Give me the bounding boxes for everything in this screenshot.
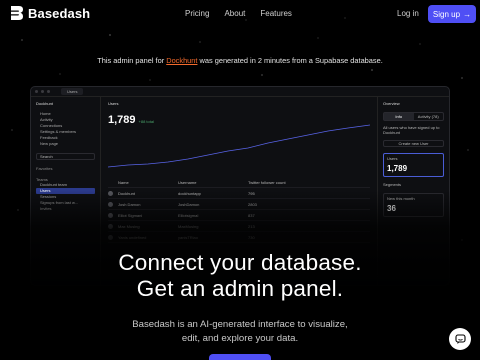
table-header-row: Name Username Twitter follower count	[108, 177, 370, 188]
panel-header: Users	[108, 101, 370, 106]
column-header-username[interactable]: Username	[178, 180, 248, 185]
top-navbar: Basedash Pricing About Features Log in S…	[0, 0, 480, 28]
login-link[interactable]: Log in	[397, 9, 419, 18]
column-header-name[interactable]: Name	[118, 180, 178, 185]
dockhunt-link[interactable]: Dockhunt	[166, 56, 197, 65]
nav-links: Pricing About Features	[185, 9, 292, 18]
users-count-card[interactable]: Users 1,789	[383, 153, 444, 177]
nav-link-about[interactable]: About	[224, 9, 245, 18]
card-label: Users	[387, 156, 398, 161]
app-tab-users[interactable]: Users	[61, 88, 84, 95]
arrow-right-icon: →	[463, 9, 472, 19]
hero-section: Connect your database. Get an admin pane…	[0, 250, 480, 346]
sidebar-item-new-page[interactable]: New page	[36, 141, 95, 147]
chart-line	[108, 124, 370, 168]
hero-line-2: Get an admin panel.	[136, 276, 344, 301]
chat-bubble-icon	[454, 333, 466, 344]
overview-title: Overview	[383, 101, 400, 106]
sidebar-section-favorites: Favorites	[36, 166, 53, 171]
panel-title: Users	[108, 101, 119, 106]
segments-label: Segments	[383, 182, 402, 187]
workspace-name[interactable]: Dockhunt	[36, 101, 95, 106]
brand-logo[interactable]: Basedash	[10, 5, 90, 21]
users-line-chart	[108, 124, 370, 168]
basedash-logo-icon	[11, 6, 23, 20]
window-dot-icon	[41, 90, 44, 93]
signup-label: Sign up	[432, 9, 461, 19]
window-dot-icon	[35, 90, 38, 93]
hero-heading: Connect your database. Get an admin pane…	[0, 250, 480, 302]
card-value: 1,789	[387, 164, 408, 173]
sidebar-search-input[interactable]: Search	[36, 153, 95, 160]
overview-description: All users who have signed up to Dockhunt	[383, 125, 440, 135]
column-header-followers[interactable]: Twitter follower count	[248, 180, 286, 185]
nav-link-features[interactable]: Features	[260, 9, 292, 18]
app-titlebar: Users	[31, 87, 449, 97]
window-dot-icon	[47, 90, 50, 93]
hero-sub-line-2: edit, and explore your data.	[181, 333, 299, 344]
nav-link-pricing[interactable]: Pricing	[185, 9, 209, 18]
signup-button[interactable]: Sign up →	[428, 5, 476, 23]
tagline: This admin panel for Dockhunt was genera…	[0, 56, 480, 65]
hero-sub-line-1: Basedash is an AI-generated interface to…	[132, 319, 348, 330]
tab-activity[interactable]: Activity (78)	[414, 113, 444, 120]
cta-button[interactable]	[209, 354, 271, 360]
chat-launcher-button[interactable]	[449, 328, 471, 350]
hero-line-1: Connect your database.	[118, 250, 362, 275]
tab-info[interactable]: Info	[384, 113, 414, 120]
tagline-before: This admin panel for	[97, 56, 167, 65]
overview-tabs: Info Activity (78)	[383, 112, 444, 121]
create-user-button[interactable]: Create new User	[383, 140, 444, 147]
brand-name: Basedash	[28, 5, 91, 21]
hero-subtitle: Basedash is an AI-generated interface to…	[0, 318, 480, 346]
tagline-after: was generated in 2 minutes from a Supaba…	[197, 56, 383, 65]
